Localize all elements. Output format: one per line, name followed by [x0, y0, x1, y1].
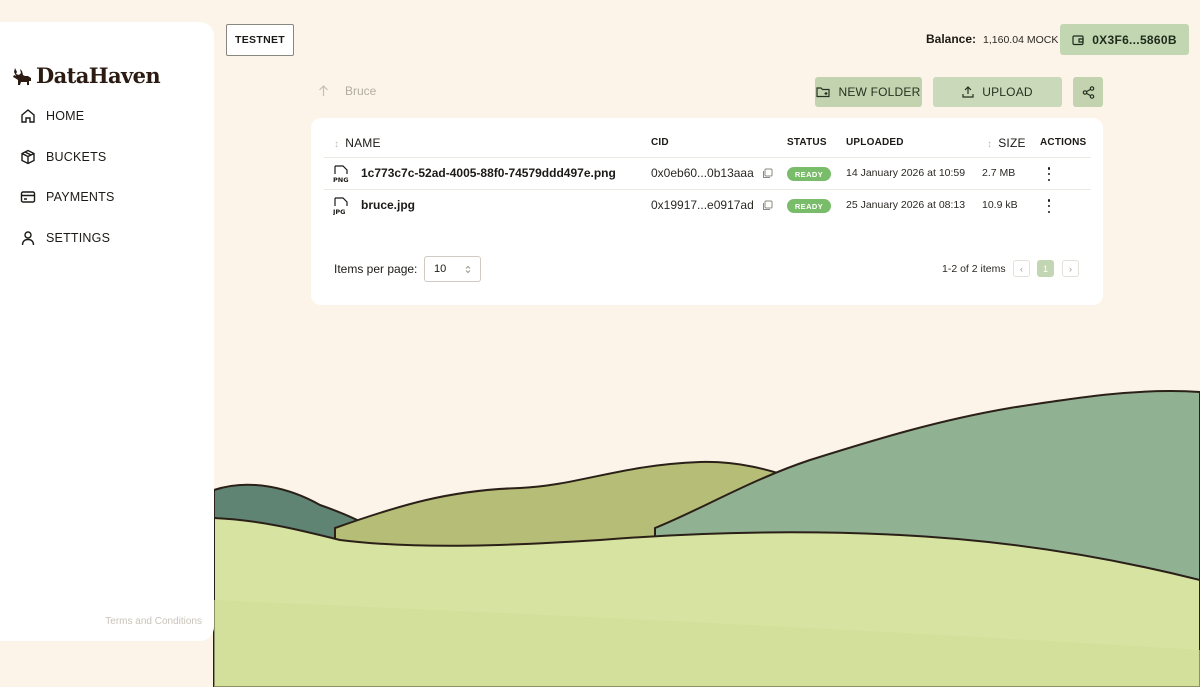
sidebar-item-label: BUCKETS	[46, 149, 107, 164]
deer-logo-icon	[13, 67, 31, 85]
chevron-up-down-icon	[465, 265, 471, 273]
file-cid: 0x0eb60...0b13aaa	[651, 166, 773, 180]
sidebar: DataHaven HOME BUCKETS PAYMENTS SETTINGS…	[0, 22, 214, 641]
sidebar-nav: HOME BUCKETS PAYMENTS SETTINGS	[20, 96, 115, 258]
wallet-button[interactable]: 0X3F6...5860B	[1060, 24, 1189, 55]
logo[interactable]: DataHaven	[12, 63, 161, 88]
settings-icon	[21, 231, 35, 245]
row-actions-menu-icon[interactable]	[1044, 167, 1054, 181]
file-table-card: ↕ NAME CID STATUS UPLOADED ↕ SIZE ACTIONS …	[311, 118, 1103, 305]
balance-display: Balance: 1,160.04 MOCK	[926, 32, 1058, 46]
sidebar-item-buckets[interactable]: BUCKETS	[20, 137, 115, 178]
sort-icon[interactable]: ↕	[987, 139, 992, 150]
sidebar-item-settings[interactable]: SETTINGS	[20, 218, 115, 259]
sidebar-item-label: HOME	[46, 109, 85, 124]
upload-icon	[962, 86, 974, 98]
file-size: 10.9 kB	[982, 199, 1018, 211]
folder-plus-icon	[816, 87, 831, 98]
breadcrumb: Bruce	[318, 84, 376, 98]
items-per-page-select[interactable]: 10	[424, 256, 481, 282]
breadcrumb-folder[interactable]: Bruce	[345, 84, 376, 98]
column-header-actions: ACTIONS	[1040, 137, 1087, 148]
column-header-size[interactable]: ↕ SIZE	[987, 136, 1026, 150]
upload-date: 14 January 2026 at 10:59	[846, 167, 966, 179]
copy-icon[interactable]	[762, 168, 773, 179]
new-folder-button[interactable]: NEW FOLDER	[815, 77, 922, 107]
column-header-name[interactable]: ↕ NAME	[334, 136, 381, 150]
wallet-icon	[1072, 34, 1084, 45]
file-type-label: PNG	[333, 176, 349, 183]
upload-label: UPLOAD	[982, 85, 1033, 99]
status-badge: READY	[787, 199, 831, 213]
column-header-uploaded: UPLOADED	[846, 137, 904, 148]
row-actions-menu-icon[interactable]	[1044, 199, 1054, 213]
divider	[324, 157, 1091, 158]
terms-link[interactable]: Terms and Conditions	[105, 616, 202, 627]
items-per-page-label: Items per page:	[334, 262, 418, 276]
file-name[interactable]: bruce.jpg	[361, 198, 415, 212]
new-folder-label: NEW FOLDER	[838, 85, 921, 99]
sidebar-item-payments[interactable]: PAYMENTS	[20, 177, 115, 218]
upload-button[interactable]: UPLOAD	[933, 77, 1062, 107]
column-header-status: STATUS	[787, 137, 827, 148]
copy-icon[interactable]	[762, 200, 773, 211]
brand-name: DataHaven	[36, 63, 161, 88]
divider	[324, 189, 1091, 190]
prev-page-button[interactable]: ‹	[1013, 260, 1030, 277]
png-file-icon: PNG	[333, 165, 349, 183]
balance-value: 1,160.04 MOCK	[983, 34, 1059, 46]
page-1-button[interactable]: 1	[1037, 260, 1054, 277]
next-page-button[interactable]: ›	[1062, 260, 1079, 277]
status-badge: READY	[787, 167, 831, 181]
arrow-up-icon[interactable]	[318, 85, 329, 97]
upload-date: 25 January 2026 at 08:13	[846, 199, 966, 211]
share-button[interactable]	[1073, 77, 1103, 107]
sidebar-item-label: SETTINGS	[46, 230, 111, 245]
pagination-range: 1-2 of 2 items	[942, 263, 1006, 275]
payments-icon	[20, 191, 36, 203]
network-button[interactable]: TESTNET	[226, 24, 294, 56]
sort-icon[interactable]: ↕	[334, 139, 339, 150]
share-icon	[1082, 85, 1094, 99]
jpg-file-icon: JPG	[333, 197, 348, 215]
file-size: 2.7 MB	[982, 167, 1016, 179]
file-type-label: JPG	[333, 208, 346, 215]
file-name[interactable]: 1c773c7c-52ad-4005-88f0-74579ddd497e.png	[361, 166, 616, 180]
sidebar-item-label: PAYMENTS	[46, 190, 115, 205]
sidebar-item-home[interactable]: HOME	[20, 96, 115, 137]
buckets-icon	[21, 149, 35, 165]
items-per-page-value: 10	[434, 263, 447, 275]
column-header-cid: CID	[651, 137, 669, 148]
wallet-address: 0X3F6...5860B	[1092, 32, 1177, 47]
balance-label: Balance:	[926, 32, 977, 46]
file-cid: 0x19917...e0917ad	[651, 198, 773, 212]
home-icon	[21, 109, 35, 123]
